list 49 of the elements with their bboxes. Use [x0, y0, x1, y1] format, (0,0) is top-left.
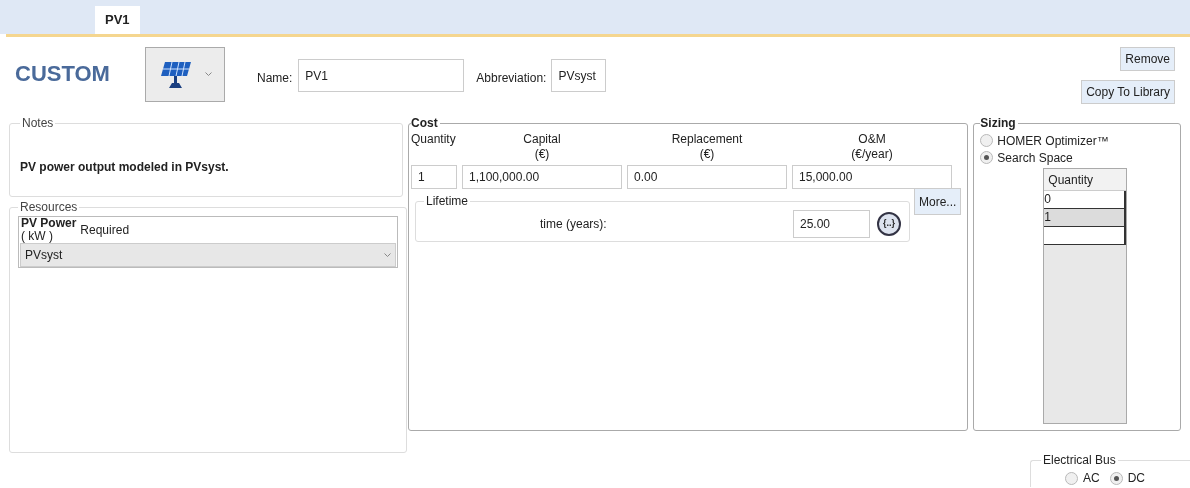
cost-field[interactable]: 1: [411, 165, 457, 189]
column-header: Quantity: [1044, 169, 1127, 191]
radio-button[interactable]: [1109, 471, 1123, 485]
column-label: Capital: [523, 132, 561, 147]
remove-button[interactable]: Remove: [1120, 47, 1175, 71]
electrical-bus-title: Electrical Bus: [1042, 452, 1117, 469]
resources-title: Resources: [19, 199, 79, 216]
brand-label: CUSTOM: [15, 60, 111, 88]
column-unit: (€/year): [851, 147, 893, 162]
notes-text: PV power output modeled in PVsyst.: [20, 159, 230, 176]
requirement-label: Required: [80, 222, 130, 239]
tab[interactable]: PV1: [95, 6, 140, 34]
radio-button[interactable]: [980, 134, 994, 147]
time-field[interactable]: 25.00: [793, 210, 870, 238]
radio-button[interactable]: [980, 151, 994, 164]
time-label: time (years):: [540, 216, 608, 233]
copy-to-library-button[interactable]: Copy To Library: [1081, 80, 1175, 104]
name-label: Name:: [257, 70, 293, 87]
cost-field[interactable]: 1,100,000.00: [462, 165, 622, 189]
chevron-icon: [384, 252, 391, 258]
radio-label: DC: [1127, 470, 1145, 487]
abbreviation-label: Abbreviation:: [476, 70, 547, 87]
table-cell[interactable]: 1: [1044, 209, 1127, 227]
radio-button[interactable]: [1065, 471, 1078, 485]
cost-field[interactable]: 0.00: [627, 165, 787, 189]
radio-label: Search Space: [997, 149, 1073, 167]
column-label: Replacement: [671, 132, 743, 147]
column-unit: (€): [534, 147, 550, 162]
column-unit: (€): [699, 147, 715, 162]
sensitivity-button[interactable]: {..}: [877, 212, 901, 236]
more-button[interactable]: More...: [914, 188, 962, 215]
column-label: O&M: [858, 132, 886, 147]
sizing-title: Sizing: [980, 115, 1017, 132]
resource-unit: ( kW ): [21, 230, 54, 243]
notes-title: Notes: [21, 115, 55, 132]
cost-title: Cost: [411, 115, 439, 132]
solar-panel-icon: [158, 59, 193, 90]
resource-name: PV Power: [21, 217, 77, 230]
table-cell[interactable]: 0: [1044, 191, 1127, 209]
column-label: Quantity: [411, 132, 456, 147]
chevron-icon: [204, 72, 212, 77]
abbreviation-field[interactable]: PVsyst: [551, 59, 607, 92]
name-field[interactable]: PV1: [298, 59, 465, 92]
radio-label: AC: [1083, 470, 1100, 487]
table-cell[interactable]: [1044, 227, 1127, 245]
resource-dropdown[interactable]: PVsyst: [20, 243, 396, 267]
lifetime-title: Lifetime: [425, 193, 470, 210]
radio-label: HOMER Optimizer™: [997, 132, 1109, 150]
component-picker[interactable]: [145, 47, 225, 102]
